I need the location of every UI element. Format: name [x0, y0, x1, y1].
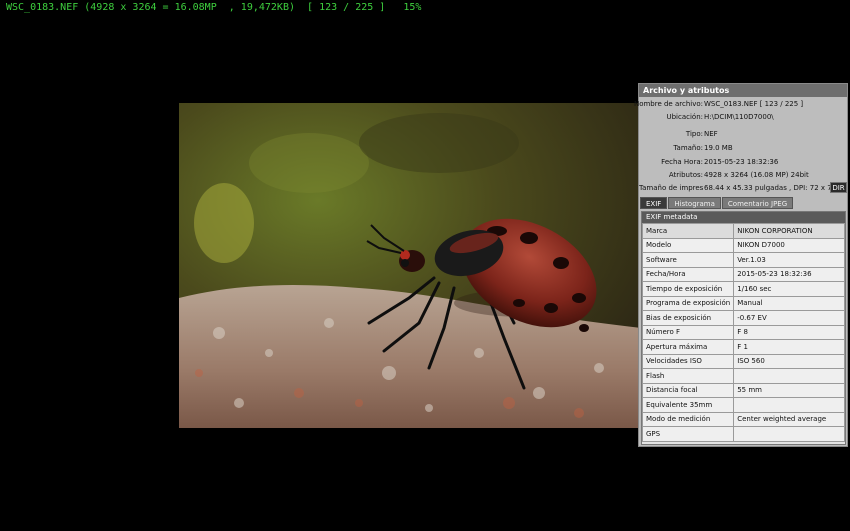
attr-value: 2015-05-23 18:32:36 — [704, 158, 779, 166]
table-row[interactable]: Modelo NIKON D7000 — [641, 237, 845, 253]
exif-value: F 8 — [733, 324, 845, 340]
exif-value — [733, 426, 845, 442]
tab-jpeg-comment[interactable]: Comentario JPEG — [721, 197, 794, 209]
attr-row-attributes: Atributos: 4928 x 3264 (16.08 MP) 24bit — [639, 169, 849, 181]
table-row[interactable]: Modo de medición Center weighted average — [641, 411, 845, 427]
exif-key: GPS — [641, 426, 735, 442]
attr-row-type: Tipo: NEF — [639, 128, 849, 140]
exif-value: F 1 — [733, 339, 845, 355]
exif-value: Manual — [733, 295, 845, 311]
exif-value: ISO 560 — [733, 353, 845, 369]
panel-title: Archivo y atributos — [639, 84, 847, 97]
exif-value: NIKON D7000 — [733, 237, 845, 253]
exif-key: Bias de exposición — [641, 310, 735, 326]
attr-label: Tamaño de impresión: — [639, 184, 703, 192]
table-row[interactable]: Equivalente 35mm — [641, 397, 845, 413]
exif-metadata-box: EXIF metadata Marca NIKON CORPORATION Mod… — [641, 211, 846, 445]
exif-value: 55 mm — [733, 382, 845, 398]
exif-key: Velocidades ISO — [641, 353, 735, 369]
attr-value: WSC_0183.NEF [ 123 / 225 ] — [704, 100, 804, 108]
exif-key: Distancia focal — [641, 382, 735, 398]
attr-value: 4928 x 3264 (16.08 MP) 24bit — [704, 171, 809, 179]
table-row[interactable]: Distancia focal 55 mm — [641, 382, 845, 398]
attr-label: Nombre de archivo: — [633, 100, 703, 108]
exif-value: -0.67 EV — [733, 310, 845, 326]
exif-value — [733, 397, 845, 413]
table-row[interactable]: Número FF 8 — [641, 324, 845, 340]
exif-key: Tiempo de exposición — [641, 281, 735, 297]
table-row[interactable]: Tiempo de exposición 1/160 sec — [641, 281, 845, 297]
exif-value — [733, 368, 845, 384]
exif-key: Fecha/Hora — [641, 266, 735, 282]
attr-label: Tipo: — [685, 130, 703, 138]
exif-value: NIKON CORPORATION — [733, 223, 845, 239]
table-row[interactable]: Apertura máxima F 1 — [641, 339, 845, 355]
exif-key: Modo de medición — [641, 411, 735, 427]
attr-value: NEF — [704, 130, 718, 138]
exif-key: Flash — [641, 368, 735, 384]
exif-key: Marca — [641, 223, 735, 239]
exif-value: 1/160 sec — [733, 281, 845, 297]
tab-exif[interactable]: EXIF — [640, 197, 668, 209]
exif-key: Número F — [641, 324, 735, 340]
exif-key: Apertura máxima — [641, 339, 735, 355]
attr-label: Fecha Hora: — [661, 158, 703, 166]
attr-value: 19.0 MB — [704, 144, 733, 152]
photo-beetle-image — [179, 103, 641, 428]
exif-value: Ver.1.03 — [733, 252, 845, 268]
attr-label: Ubicación: — [666, 113, 703, 121]
table-row[interactable]: Software Ver.1.03 — [641, 252, 845, 268]
exif-key: Programa de exposición — [641, 295, 735, 311]
exif-key: Software — [641, 252, 735, 268]
table-row[interactable]: Marca NIKON CORPORATION — [641, 223, 845, 239]
exif-table: Marca NIKON CORPORATION Modelo NIKON D7000… — [641, 223, 845, 442]
status-bar: WSC_0183.NEF (4928 x 3264 = 16.08MP , 19… — [6, 2, 422, 13]
file-attributes-panel: Archivo y atributos Nombre de archivo: W… — [634, 83, 849, 447]
attr-value: 68.44 x 45.33 pulgadas , DPI: 72 x 72 — [704, 184, 837, 192]
exif-value: Center weighted average — [733, 411, 845, 427]
attr-row-print-size: Tamaño de impresión: 68.44 x 45.33 pulga… — [639, 182, 849, 194]
attr-row-filename: Nombre de archivo: WSC_0183.NEF [ 123 / … — [634, 98, 849, 110]
attr-label: Atributos: — [668, 171, 703, 179]
exif-header: EXIF metadata — [642, 212, 845, 223]
table-row[interactable]: Fecha/Hora 2015-05-23 18:32:36 — [641, 266, 845, 282]
exif-key: Modelo — [641, 237, 735, 253]
attr-row-location: Ubicación: H:\DCIM\110D7000\ — [639, 111, 849, 123]
table-row[interactable]: Programa de exposición Manual — [641, 295, 845, 311]
image-viewport[interactable] — [179, 103, 641, 428]
attr-value: H:\DCIM\110D7000\ — [704, 113, 774, 121]
table-row[interactable]: Velocidades ISO ISO 560 — [641, 353, 845, 369]
dir-button[interactable]: DIR — [830, 182, 847, 193]
exif-value: 2015-05-23 18:32:36 — [733, 266, 845, 282]
table-row[interactable]: GPS — [641, 426, 845, 442]
tab-histogram[interactable]: Histograma — [668, 197, 721, 209]
table-row[interactable]: Flash — [641, 368, 845, 384]
exif-key: Equivalente 35mm — [641, 397, 735, 413]
attr-label: Tamaño: — [673, 144, 703, 152]
table-row[interactable]: Bias de exposición -0.67 EV — [641, 310, 845, 326]
panel-tabs: EXIF Histograma Comentario JPEG — [640, 197, 794, 209]
attr-row-size: Tamaño: 19.0 MB — [639, 142, 849, 154]
attr-row-datetime: Fecha Hora: 2015-05-23 18:32:36 — [639, 156, 849, 168]
